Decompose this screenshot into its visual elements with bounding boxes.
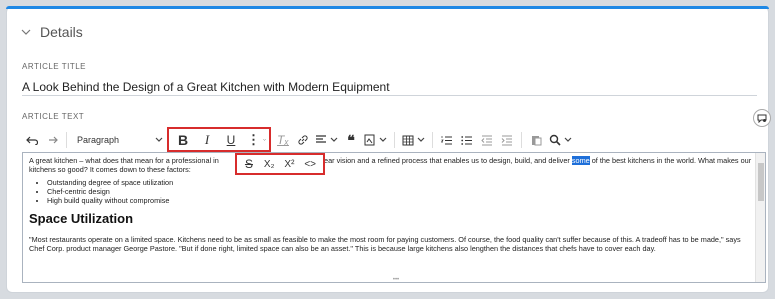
- list-item: High build quality without compromise: [47, 196, 755, 205]
- superscript-icon: X²: [284, 158, 295, 170]
- chevron-down-icon: [21, 29, 31, 35]
- comment-icon[interactable]: [753, 109, 771, 127]
- article-title-label: ARTICLE TITLE: [22, 62, 86, 71]
- table-icon: [402, 135, 414, 145]
- article-title-underline: [22, 95, 757, 96]
- outdent-icon: [481, 135, 492, 145]
- chevron-down-icon: [330, 137, 338, 142]
- clear-formatting-button[interactable]: Tₓ: [273, 129, 293, 151]
- strikethrough-button[interactable]: S: [241, 153, 257, 175]
- basic-styles-group: B I U ⋮: [167, 127, 271, 152]
- toolbar-separator: [521, 132, 522, 148]
- clear-formatting-icon: Tₓ: [277, 133, 289, 147]
- quote-icon: ❝: [347, 131, 355, 148]
- chevron-down-icon: [379, 137, 387, 142]
- rich-text-editor[interactable]: A great kitchen – what does that mean fo…: [22, 152, 766, 283]
- details-toggle[interactable]: Details: [20, 24, 83, 40]
- editor-toolbar: Paragraph Tₓ ❝: [22, 128, 766, 152]
- article-title-input[interactable]: A Look Behind the Design of a Great Kitc…: [22, 80, 390, 94]
- insert-image-button[interactable]: [361, 129, 390, 151]
- intro-text-part1: A great kitchen – what does that mean fo…: [29, 156, 221, 165]
- numbered-list-icon: [441, 135, 452, 145]
- link-button[interactable]: [293, 129, 313, 151]
- chevron-down-icon: [263, 138, 266, 141]
- redo-button[interactable]: [42, 129, 62, 151]
- code-button[interactable]: <>: [301, 153, 319, 175]
- paste-button[interactable]: [526, 129, 546, 151]
- editor-scrollbar[interactable]: [755, 153, 765, 282]
- selected-text: some: [571, 156, 590, 165]
- chevron-down-icon: [564, 137, 572, 142]
- chevron-down-icon: [155, 137, 163, 142]
- article-text-label: ARTICLE TEXT: [22, 112, 85, 121]
- intro-paragraph: A great kitchen – what does that mean fo…: [29, 156, 755, 174]
- italic-button[interactable]: I: [197, 129, 217, 151]
- indent-icon: [501, 135, 512, 145]
- paragraph-select-value: Paragraph: [77, 135, 120, 145]
- find-replace-button[interactable]: [546, 129, 575, 151]
- bold-icon: B: [177, 131, 189, 148]
- more-styles-button[interactable]: ⋮: [244, 129, 269, 151]
- editor-content[interactable]: A great kitchen – what does that mean fo…: [29, 156, 755, 253]
- search-icon: [549, 134, 561, 146]
- scrollbar-thumb[interactable]: [758, 163, 764, 201]
- paragraph-select[interactable]: Paragraph: [77, 129, 167, 151]
- redo-icon: [49, 136, 58, 144]
- body-paragraph: "Most restaurants operate on a limited s…: [29, 235, 741, 253]
- section-heading: Space Utilization: [29, 211, 134, 226]
- bold-button[interactable]: B: [173, 129, 193, 151]
- list-item: Chef-centric design: [47, 187, 755, 196]
- more-vertical-icon: ⋮: [247, 131, 260, 147]
- panel-accent-bar: [6, 6, 769, 9]
- list-item: Outstanding degree of space utilization: [47, 178, 755, 187]
- indent-button[interactable]: [497, 129, 517, 151]
- quote-button[interactable]: ❝: [341, 129, 361, 151]
- undo-button[interactable]: [22, 129, 42, 151]
- resize-handle[interactable]: •••: [390, 277, 402, 282]
- strikethrough-icon: S: [244, 157, 253, 171]
- chevron-down-icon: [417, 137, 425, 142]
- link-icon: [298, 135, 308, 145]
- details-title: Details: [40, 24, 83, 40]
- subscript-button[interactable]: X₂: [261, 153, 278, 175]
- underline-button[interactable]: U: [221, 129, 241, 151]
- toolbar-separator: [394, 132, 395, 148]
- undo-icon: [26, 136, 38, 145]
- code-icon: <>: [304, 158, 317, 170]
- align-button[interactable]: [313, 129, 341, 151]
- toolbar-separator: [66, 132, 67, 148]
- numbered-list-button[interactable]: [437, 129, 457, 151]
- toolbar-separator: [432, 132, 433, 148]
- insert-table-button[interactable]: [399, 129, 428, 151]
- align-left-icon: [316, 135, 326, 143]
- outdent-button[interactable]: [477, 129, 497, 151]
- factors-list: Outstanding degree of space utilization …: [29, 178, 755, 205]
- image-icon: [364, 134, 375, 146]
- underline-icon: U: [226, 132, 236, 147]
- bulleted-list-icon: [461, 135, 472, 145]
- more-styles-dropdown: S X₂ X² <>: [235, 153, 325, 175]
- subscript-icon: X₂: [263, 158, 275, 170]
- paste-icon: [531, 136, 541, 146]
- superscript-button[interactable]: X²: [281, 153, 297, 175]
- italic-icon: I: [204, 131, 210, 147]
- bulleted-list-button[interactable]: [457, 129, 477, 151]
